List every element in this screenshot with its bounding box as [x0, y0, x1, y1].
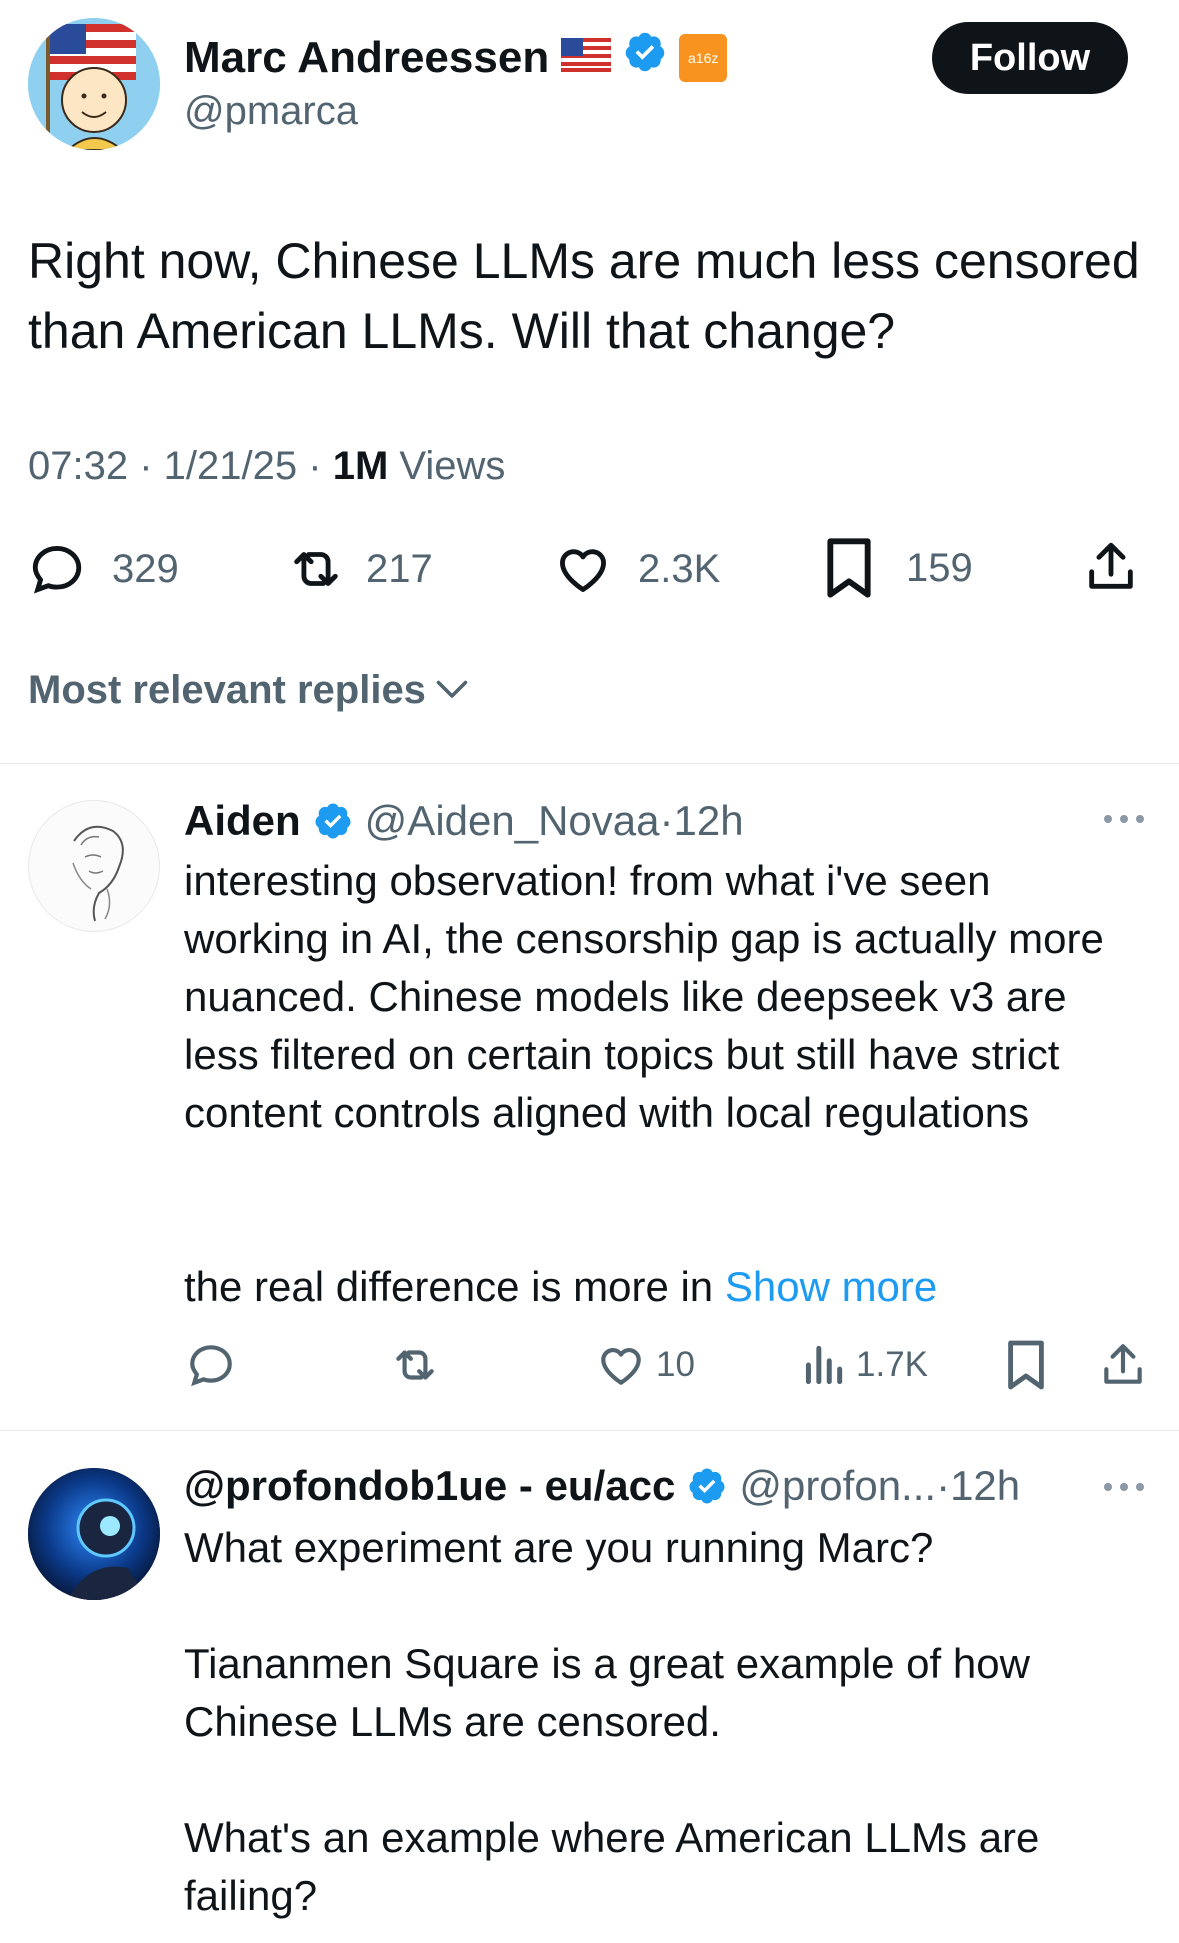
bookmark-icon	[827, 538, 871, 598]
reply-text-paragraph: What's an example where American LLMs ar…	[184, 1814, 1040, 1919]
us-flag-icon	[560, 32, 612, 84]
meta-separator: ·	[308, 444, 333, 488]
verified-badge-icon[interactable]	[687, 1466, 727, 1506]
show-more-link[interactable]: Show more	[725, 1263, 937, 1310]
bookmark-count: 159	[906, 545, 973, 590]
meta-separator: ·	[659, 797, 674, 844]
reply-author-name[interactable]: Aiden	[184, 795, 301, 847]
share-button[interactable]	[1082, 536, 1140, 598]
reply-time[interactable]: 12h	[950, 1460, 1020, 1512]
bookmark-icon	[1008, 1340, 1044, 1390]
like-button[interactable]: 2.3K	[552, 540, 720, 598]
like-count: 2.3K	[638, 546, 721, 591]
analytics-icon	[805, 1345, 843, 1385]
reply-avatar[interactable]	[28, 800, 160, 932]
divider	[0, 1430, 1179, 1431]
a16z-badge-text: a16z	[688, 50, 719, 66]
more-options-icon[interactable]	[1102, 812, 1146, 830]
share-icon	[1104, 1344, 1142, 1384]
author-handle[interactable]: @pmarca	[184, 86, 358, 136]
divider	[0, 763, 1179, 764]
reply-button[interactable]	[186, 1340, 236, 1390]
heart-icon	[560, 549, 606, 592]
author-avatar[interactable]	[28, 18, 160, 150]
replies-sort-dropdown[interactable]: Most relevant replies	[28, 664, 470, 716]
follow-button[interactable]: Follow	[932, 22, 1128, 94]
meta-separator: ·	[936, 1462, 951, 1509]
reply-text-paragraph: Tiananmen Square is a great example of h…	[184, 1640, 1030, 1745]
repost-icon	[294, 552, 338, 586]
reply-time[interactable]: 12h	[674, 795, 744, 847]
verified-badge-icon[interactable]	[623, 30, 667, 86]
views-count: 1.7K	[856, 1345, 928, 1384]
chevron-down-icon	[436, 680, 468, 698]
share-icon	[1089, 542, 1133, 589]
views-label: Views	[399, 444, 506, 488]
views-count: 1M	[332, 444, 389, 488]
sort-label: Most relevant replies	[28, 668, 426, 712]
repost-icon	[396, 1350, 434, 1380]
tweet-time[interactable]: 07:32	[28, 444, 128, 488]
like-count: 10	[656, 1345, 695, 1384]
reply-header: Aiden @Aiden_Novaa · 12h	[184, 795, 744, 847]
heart-icon	[601, 1348, 641, 1385]
reply-count: 329	[112, 546, 179, 591]
author-name[interactable]: Marc Andreessen	[184, 32, 549, 84]
reply-header: @profondob1ue - eu/acc @profon... · 12h	[184, 1460, 1020, 1512]
views-button[interactable]: 1.7K	[802, 1340, 928, 1390]
reply-avatar[interactable]	[28, 1468, 160, 1600]
repost-button[interactable]: 217	[286, 540, 433, 598]
reply-button[interactable]: 329	[28, 540, 179, 598]
reply-text: What experiment are you running Marc?	[184, 1524, 934, 1571]
tweet-date[interactable]: 1/21/25	[164, 444, 297, 488]
meta-separator: ·	[139, 444, 164, 488]
reply-text-tail: the real difference is more in	[184, 1263, 714, 1310]
share-button[interactable]	[1098, 1338, 1148, 1392]
like-button[interactable]: 10	[596, 1340, 695, 1390]
tweet-text: Right now, Chinese LLMs are much less ce…	[28, 233, 1140, 359]
repost-button[interactable]	[388, 1340, 442, 1390]
reply-author-handle[interactable]: @profon...	[739, 1460, 936, 1512]
repost-count: 217	[366, 546, 433, 591]
reply-author-handle[interactable]: @Aiden_Novaa	[365, 795, 660, 847]
tweet-meta: 07:32 · 1/21/25 · 1M Views	[28, 440, 505, 492]
reply-text: interesting observation! from what i've …	[184, 857, 1104, 1136]
more-options-icon[interactable]	[1102, 1480, 1146, 1498]
verified-badge-icon[interactable]	[313, 801, 353, 841]
reply-author-name[interactable]: @profondob1ue - eu/acc	[184, 1460, 675, 1512]
reply-icon	[190, 1345, 232, 1387]
bookmark-button[interactable]: 159	[822, 536, 973, 600]
reply-text-continued: the real difference is more in Show more	[184, 1258, 1144, 1316]
a16z-badge-icon[interactable]: a16z	[679, 34, 728, 82]
bookmark-button[interactable]	[1004, 1338, 1048, 1392]
reply-icon	[32, 546, 82, 594]
